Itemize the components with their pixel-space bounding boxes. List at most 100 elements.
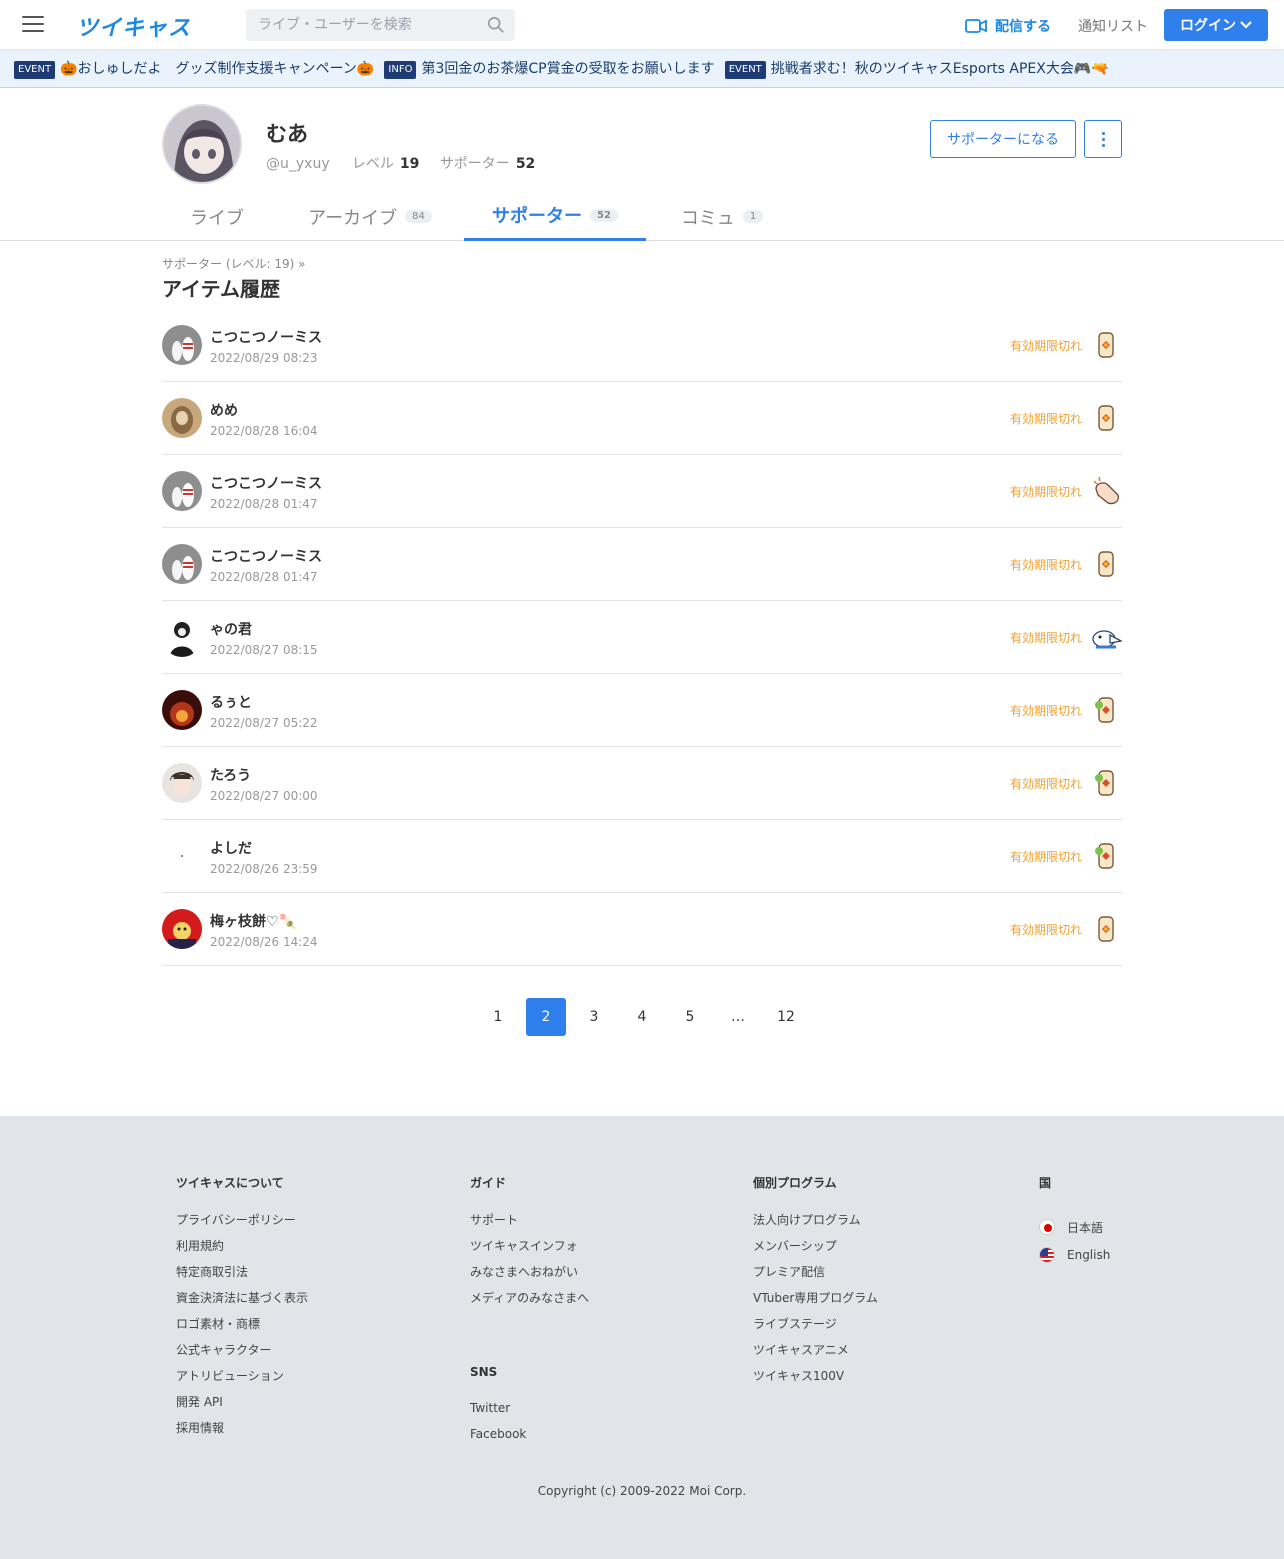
list-item: こつこつノーミス 2022/08/28 01:47 有効期限切れ bbox=[162, 528, 1122, 601]
user-avatar[interactable] bbox=[162, 325, 202, 365]
page-link[interactable]: 2 bbox=[526, 998, 566, 1036]
tab-count: 52 bbox=[590, 208, 618, 222]
tab-label: コミュ bbox=[680, 207, 735, 229]
tab-label: アーカイブ bbox=[308, 207, 398, 229]
status-badge: 有効期限切れ bbox=[1009, 850, 1082, 864]
clap-item-icon bbox=[1090, 475, 1122, 507]
ticker-text: 第3回金のお茶爆CP賞金の受取をお願いします bbox=[421, 61, 715, 77]
user-name[interactable]: ゃの君 bbox=[210, 619, 252, 639]
user-avatar[interactable] bbox=[162, 690, 202, 730]
footer-link[interactable]: ツイキャス100V bbox=[753, 1369, 878, 1395]
ticker-tag: EVENT bbox=[724, 61, 766, 79]
user-avatar[interactable] bbox=[162, 544, 202, 584]
tea-item-icon bbox=[1090, 913, 1122, 945]
footer-link[interactable]: アトリビューション bbox=[176, 1369, 308, 1395]
ticker-item[interactable]: EVENT 🎃おしゅしだよ グッズ制作支援キャンペーン🎃 bbox=[14, 50, 374, 87]
item-history-list: こつこつノーミス 2022/08/29 08:23 有効期限切れめめ 2022/08/… bbox=[162, 309, 1123, 966]
user-name[interactable]: めめ bbox=[210, 400, 238, 420]
user-name[interactable]: こつこつノーミス bbox=[210, 546, 322, 566]
footer-link[interactable]: みなさまへおねがい bbox=[470, 1265, 589, 1291]
user-avatar[interactable] bbox=[162, 763, 202, 803]
video-camera-icon bbox=[965, 19, 987, 33]
footer-link[interactable]: Facebook bbox=[470, 1427, 589, 1453]
language-label: English bbox=[1067, 1248, 1111, 1262]
become-supporter-button[interactable]: サポーターになる bbox=[930, 120, 1076, 158]
user-name[interactable]: こつこつノーミス bbox=[210, 473, 322, 493]
profile-avatar bbox=[162, 104, 242, 184]
broadcast-label: 配信する bbox=[995, 19, 1051, 35]
footer-heading: 個別プログラム bbox=[753, 1176, 837, 1190]
search-icon[interactable] bbox=[487, 16, 505, 34]
list-item: たろう 2022/08/27 00:00 有効期限切れ bbox=[162, 747, 1122, 820]
login-button[interactable]: ログイン bbox=[1164, 9, 1268, 41]
search-input[interactable] bbox=[246, 9, 466, 41]
tab-label: ライブ bbox=[190, 207, 244, 229]
menu-icon[interactable] bbox=[22, 16, 44, 34]
notification-list-link[interactable]: 通知リスト bbox=[1078, 16, 1148, 36]
tab-live[interactable]: ライブ bbox=[162, 192, 272, 241]
page-link[interactable]: 12 bbox=[766, 998, 806, 1036]
footer-link[interactable]: 法人向けプログラム bbox=[753, 1213, 878, 1239]
footer-link[interactable]: Twitter bbox=[470, 1401, 589, 1427]
ticker-tag: EVENT bbox=[14, 61, 56, 79]
list-item: るぅと 2022/08/27 05:22 有効期限切れ bbox=[162, 674, 1122, 747]
footer-link[interactable]: 資金決済法に基づく表示 bbox=[176, 1291, 308, 1317]
language-english[interactable]: English bbox=[1039, 1241, 1110, 1269]
user-avatar[interactable] bbox=[162, 836, 202, 876]
broadcast-button[interactable]: 配信する bbox=[965, 16, 1051, 36]
footer-link[interactable]: プレミア配信 bbox=[753, 1265, 878, 1291]
user-avatar[interactable] bbox=[162, 617, 202, 657]
user-name[interactable]: たろう bbox=[210, 765, 251, 785]
more-options-button[interactable] bbox=[1084, 120, 1122, 158]
ticker-item[interactable]: EVENT 挑戦者求む！秋のツイキャスEsports APEX大会🎮🔫 bbox=[724, 50, 1109, 87]
page-link[interactable]: 3 bbox=[574, 998, 614, 1036]
page-title: アイテム履歴 bbox=[162, 277, 280, 301]
status-badge: 有効期限切れ bbox=[1009, 339, 1082, 353]
login-label: ログイン bbox=[1180, 18, 1236, 34]
user-avatar[interactable] bbox=[162, 398, 202, 438]
footer-link[interactable]: メンバーシップ bbox=[753, 1239, 878, 1265]
profile-tabs: ライブ アーカイブ 84 サポーター 52 コミュ 1 bbox=[0, 192, 1284, 241]
footer-col-about: ツイキャスについて プライバシーポリシー 利用規約 特定商取引法 資金決済法に基づく表… bbox=[176, 1174, 308, 1447]
user-name[interactable]: よしだ bbox=[210, 838, 252, 858]
footer-link[interactable]: ツイキャスインフォ bbox=[470, 1239, 589, 1265]
breadcrumb[interactable]: サポーター (レベル: 19) » bbox=[162, 255, 305, 272]
tab-supporter[interactable]: サポーター 52 bbox=[464, 192, 646, 241]
tab-archive[interactable]: アーカイブ 84 bbox=[290, 192, 450, 241]
footer-link[interactable]: メディアのみなさまへ bbox=[470, 1291, 589, 1317]
status-badge: 有効期限切れ bbox=[1009, 485, 1082, 499]
page-link[interactable]: 5 bbox=[670, 998, 710, 1036]
tab-community[interactable]: コミュ 1 bbox=[664, 192, 780, 241]
user-avatar[interactable] bbox=[162, 909, 202, 949]
footer-link[interactable]: ロゴ素材・商標 bbox=[176, 1317, 308, 1343]
page-link[interactable]: … bbox=[718, 998, 758, 1036]
user-name[interactable]: るぅと bbox=[210, 692, 252, 712]
list-item: こつこつノーミス 2022/08/29 08:23 有効期限切れ bbox=[162, 309, 1122, 382]
footer-col-programs: 個別プログラム 法人向けプログラム メンバーシップ プレミア配信 VTuber専用プロ… bbox=[753, 1174, 878, 1395]
site-logo[interactable]: ツイキャス bbox=[76, 10, 191, 42]
user-avatar[interactable] bbox=[162, 471, 202, 511]
footer-link[interactable]: 開発 API bbox=[176, 1395, 308, 1421]
user-name[interactable]: こつこつノーミス bbox=[210, 327, 322, 347]
footer-link[interactable]: ツイキャスアニメ bbox=[753, 1343, 878, 1369]
footer-link[interactable]: 利用規約 bbox=[176, 1239, 308, 1265]
footer-link[interactable]: 公式キャラクター bbox=[176, 1343, 308, 1369]
footer-link[interactable]: サポート bbox=[470, 1213, 589, 1239]
status-badge: 有効期限切れ bbox=[1009, 558, 1082, 572]
page-link[interactable]: 1 bbox=[478, 998, 518, 1036]
profile-handle: @u_yxuy bbox=[266, 156, 330, 172]
page-link[interactable]: 4 bbox=[622, 998, 662, 1036]
status-badge: 有効期限切れ bbox=[1009, 777, 1082, 791]
user-name[interactable]: 梅ヶ枝餅♡🍡 bbox=[210, 911, 296, 931]
ticker-item[interactable]: INFO 第3回金のお茶爆CP賞金の受取をお願いします bbox=[384, 50, 715, 87]
language-japanese[interactable]: 日本語 bbox=[1039, 1213, 1110, 1241]
timestamp: 2022/08/27 05:22 bbox=[210, 716, 318, 730]
greentea-item-icon bbox=[1090, 840, 1122, 872]
footer-link[interactable]: VTuber専用プログラム bbox=[753, 1291, 878, 1317]
us-flag-icon bbox=[1039, 1247, 1055, 1263]
footer-link[interactable]: 採用情報 bbox=[176, 1421, 308, 1447]
footer-link[interactable]: ライブステージ bbox=[753, 1317, 878, 1343]
list-item: ゃの君 2022/08/27 08:15 有効期限切れ bbox=[162, 601, 1123, 674]
footer-link[interactable]: プライバシーポリシー bbox=[176, 1213, 308, 1239]
footer-link[interactable]: 特定商取引法 bbox=[176, 1265, 308, 1291]
